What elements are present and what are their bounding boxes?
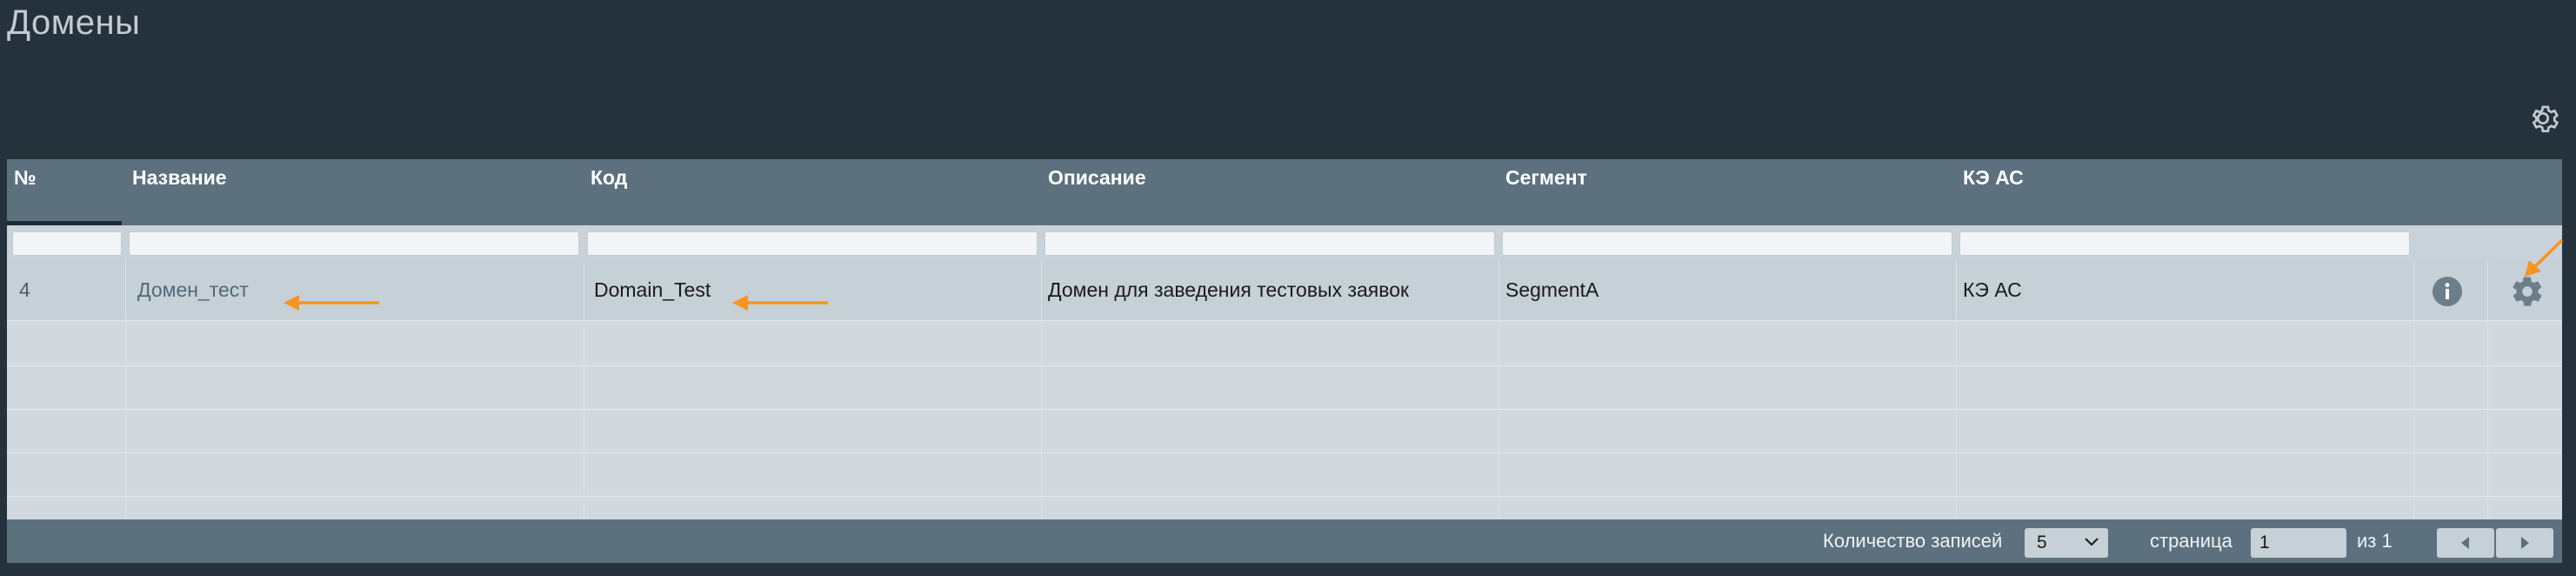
column-divider [125, 260, 126, 519]
table-row[interactable]: 4 Домен_тест Domain_Test Домен для завед… [7, 260, 2562, 321]
prev-page-button[interactable] [2437, 528, 2494, 558]
table-row [7, 366, 2562, 410]
column-header-segment[interactable]: Сегмент [1498, 159, 1956, 225]
table-row [7, 410, 2562, 453]
cell-description: Домен для заведения тестовых заявок [1048, 278, 1410, 301]
filter-segment-input[interactable] [1502, 231, 1952, 256]
filter-num-input[interactable] [12, 231, 122, 256]
pager: Количество записей 5 страница из 1 [7, 519, 2562, 563]
chevron-down-icon [2085, 538, 2099, 546]
domains-grid: № Название Код Описание Сегмент КЭ АС 4 … [7, 159, 2562, 563]
annotation-arrow-icon [2525, 238, 2564, 277]
arrow-left-icon [2461, 537, 2469, 549]
column-divider [1498, 260, 1499, 519]
column-header-ke-as[interactable]: КЭ АС [1956, 159, 2413, 225]
records-per-page-select[interactable]: 5 [2025, 528, 2108, 558]
column-divider [1956, 260, 1957, 519]
table-row [7, 321, 2562, 366]
column-divider [2487, 260, 2488, 519]
records-per-page-value: 5 [2037, 532, 2047, 553]
grid-header: № Название Код Описание Сегмент КЭ АС [7, 159, 2562, 225]
page-number-input[interactable] [2251, 528, 2346, 558]
info-icon[interactable] [2432, 276, 2463, 307]
records-per-page-label: Количество записей [1823, 530, 2003, 552]
filter-name-input[interactable] [129, 231, 579, 256]
column-header-description[interactable]: Описание [1041, 159, 1498, 225]
arrow-right-icon [2521, 537, 2529, 549]
annotation-arrow-icon [732, 295, 828, 311]
table-row [7, 497, 2562, 519]
cell-num: 4 [19, 278, 30, 301]
page-title: Домены [7, 3, 141, 42]
cell-segment: SegmentA [1505, 278, 1599, 301]
next-page-button[interactable] [2496, 528, 2553, 558]
column-divider [2413, 260, 2414, 519]
grid-settings-gear-icon[interactable] [2526, 101, 2560, 136]
filter-description-input[interactable] [1044, 231, 1495, 256]
column-header-name[interactable]: Название [125, 159, 583, 225]
column-header-code[interactable]: Код [584, 159, 1041, 225]
filter-code-input[interactable] [587, 231, 1038, 256]
cell-ke-as: КЭ АС [1963, 278, 2022, 301]
total-pages-label: из 1 [2357, 530, 2392, 552]
table-row [7, 453, 2562, 497]
column-header-num[interactable]: № [7, 159, 122, 225]
column-divider [1041, 260, 1042, 519]
page-label: страница [2150, 530, 2232, 552]
annotation-arrow-icon [284, 295, 379, 311]
filter-ke-as-input[interactable] [1959, 231, 2410, 256]
filter-row [7, 225, 2562, 260]
